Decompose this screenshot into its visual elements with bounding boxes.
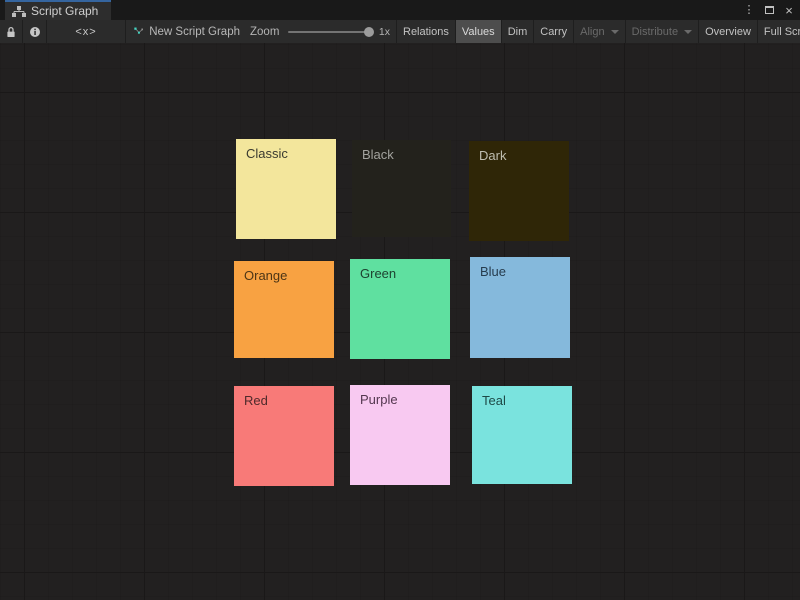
maximize-icon[interactable]: [761, 2, 777, 18]
close-icon[interactable]: ×: [781, 2, 797, 18]
graph-toolbar: <x> New Script Graph Zoom 1x Relations V…: [0, 20, 800, 43]
sticky-note-label: Orange: [234, 261, 334, 283]
sticky-note-green[interactable]: Green: [350, 259, 450, 359]
sticky-note-orange[interactable]: Orange: [234, 261, 334, 358]
zoom-control: Zoom 1x: [250, 20, 396, 43]
sticky-note-label: Red: [234, 386, 334, 408]
values-button[interactable]: Values: [456, 20, 502, 43]
sticky-note-label: Teal: [472, 386, 572, 408]
align-dropdown[interactable]: Align: [574, 20, 625, 43]
sticky-note-black[interactable]: Black: [352, 140, 451, 237]
sticky-note-blue[interactable]: Blue: [470, 257, 570, 358]
zoom-slider[interactable]: [288, 31, 372, 33]
lock-icon[interactable]: [0, 20, 22, 43]
script-graph-icon: [134, 25, 143, 38]
tab-bar: Script Graph ⋮ ×: [0, 0, 800, 20]
code-view-icon[interactable]: <x>: [47, 20, 125, 43]
sticky-note-purple[interactable]: Purple: [350, 385, 450, 485]
sticky-note-dark[interactable]: Dark: [469, 141, 569, 241]
script-graph-window: Script Graph ⋮ × <x>: [0, 0, 800, 600]
sticky-note-teal[interactable]: Teal: [472, 386, 572, 484]
graph-name-label: New Script Graph: [149, 26, 240, 38]
sticky-note-label: Green: [350, 259, 450, 281]
full-screen-button[interactable]: Full Screen: [758, 20, 800, 43]
zoom-label: Zoom: [250, 26, 279, 38]
sticky-note-label: Dark: [469, 141, 569, 163]
sticky-note-label: Classic: [236, 139, 336, 161]
sticky-note-label: Black: [352, 140, 451, 162]
toolbar-buttons: Relations Values Dim Carry Align Distrib…: [396, 20, 800, 43]
distribute-dropdown[interactable]: Distribute: [626, 20, 699, 43]
dim-button[interactable]: Dim: [502, 20, 535, 43]
window-controls: ⋮ ×: [741, 0, 797, 20]
sticky-note-label: Purple: [350, 385, 450, 407]
carry-button[interactable]: Carry: [534, 20, 574, 43]
info-icon[interactable]: [23, 20, 46, 43]
tab-title: Script Graph: [31, 4, 98, 18]
zoom-value: 1x: [379, 26, 390, 38]
sticky-note-classic[interactable]: Classic: [236, 139, 336, 239]
zoom-slider-handle[interactable]: [364, 27, 374, 37]
graph-canvas[interactable]: Classic Black Dark Orange Green Blue Red Purple…: [0, 43, 800, 600]
sticky-note-red[interactable]: Red: [234, 386, 334, 486]
graph-tree-icon: [12, 6, 26, 17]
relations-button[interactable]: Relations: [397, 20, 456, 43]
tab-script-graph[interactable]: Script Graph: [5, 0, 111, 20]
sticky-note-label: Blue: [470, 257, 570, 279]
overview-button[interactable]: Overview: [699, 20, 758, 43]
menu-kebab-icon[interactable]: ⋮: [741, 2, 757, 18]
graph-name-field[interactable]: New Script Graph: [126, 20, 250, 43]
